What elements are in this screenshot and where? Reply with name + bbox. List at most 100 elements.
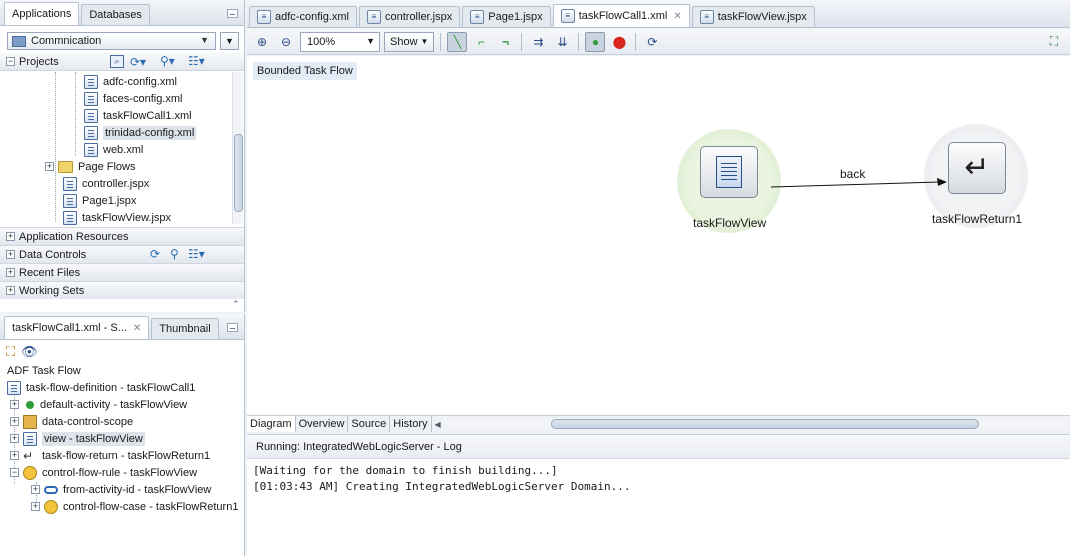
expand-icon[interactable]: + [10, 434, 19, 443]
filter-icon[interactable]: ⚲▾ [160, 54, 175, 68]
show-label: Show [390, 35, 418, 48]
tab-history[interactable]: History [390, 416, 432, 432]
navigator-tabbar: Applications Databases [0, 0, 244, 26]
sort-icon[interactable]: ☷▾ [188, 54, 205, 68]
show-button[interactable]: Show ▼ [384, 31, 435, 52]
log-line: [Waiting for the domain to finish buildi… [253, 464, 558, 477]
tree-item-from-activity-id[interactable]: + from-activity-id - taskFlowView [31, 481, 211, 498]
section-recent-files[interactable]: + Recent Files [0, 263, 244, 281]
scrollbar-thumb[interactable] [234, 134, 243, 212]
file-item[interactable]: controller.jspx [63, 175, 149, 192]
file-item[interactable]: taskFlowView.jspx [63, 209, 171, 226]
binoculars-icon[interactable]: 👁 [21, 344, 38, 360]
section-working-sets[interactable]: + Working Sets [0, 281, 244, 299]
editor-tab-page1[interactable]: ≡ Page1.jspx [462, 6, 551, 27]
zoom-select[interactable]: 100% ▼ [300, 31, 380, 52]
xml-file-icon: ≡ [257, 10, 271, 24]
file-item[interactable]: taskFlowCall1.xml [84, 107, 192, 124]
diagram-toolbar: ⊕ ⊖ 100% ▼ Show ▼ ╲ ⌐ ¬ ⇉ ⇊ ● ⬤ ⟳ ⛶ [247, 29, 1070, 55]
refresh-icon[interactable]: ⟳ [642, 32, 662, 52]
file-item[interactable]: faces-config.xml [84, 90, 182, 107]
file-item[interactable]: web.xml [84, 141, 143, 158]
filter-icon[interactable]: ⚲ [170, 247, 179, 261]
scroll-left-icon[interactable]: ◀ [435, 420, 441, 429]
expand-icon[interactable]: + [6, 286, 15, 295]
zoom-in-icon[interactable]: ⊕ [252, 32, 272, 52]
tree-item-view[interactable]: + view - taskFlowView [10, 430, 145, 447]
expand-icon[interactable]: + [45, 162, 54, 171]
default-activity-icon[interactable]: ● [585, 31, 606, 52]
expand-icon[interactable]: + [6, 232, 15, 241]
polyline-icon[interactable]: ⌐ [471, 32, 491, 52]
expand-icon[interactable]: + [10, 451, 19, 460]
editor-tab-taskflowview[interactable]: ≡ taskFlowView.jspx [691, 6, 815, 27]
tab-thumbnail[interactable]: Thumbnail [151, 318, 219, 339]
editor-tab-adfc-config[interactable]: ≡ adfc-config.xml [249, 6, 357, 27]
expand-icon[interactable]: + [31, 485, 40, 494]
search-icon[interactable]: ⌕ [110, 55, 124, 68]
tab-label: Applications [12, 8, 72, 20]
freeze-view-icon[interactable]: ⛶ [6, 344, 15, 360]
tab-applications[interactable]: Applications [4, 2, 80, 25]
navigator-scrollbar[interactable] [232, 72, 243, 224]
close-icon[interactable]: ✕ [133, 323, 141, 334]
application-select[interactable]: Commnication ▼ [7, 32, 216, 50]
tab-structure[interactable]: taskFlowCall1.xml - S... ✕ [4, 316, 150, 339]
editor-tab-controller[interactable]: ≡ controller.jspx [358, 6, 461, 27]
orthogonal-line-icon[interactable]: ¬ [495, 32, 515, 52]
tree-item-definition[interactable]: task-flow-definition - taskFlowCall1 [7, 379, 195, 396]
tree-label: data-control-scope [42, 415, 134, 428]
projects-header[interactable]: − Projects ⌕ ⟳▾ ⚲▾ ☷▾ [0, 53, 244, 71]
layout-vertical-icon[interactable]: ⇊ [552, 32, 572, 52]
file-item[interactable]: adfc-config.xml [84, 73, 177, 90]
fit-to-window-icon[interactable]: ⛶ [1044, 32, 1064, 52]
splitter-arrows-icon[interactable]: ⌃ [232, 299, 240, 310]
file-label: web.xml [103, 143, 144, 156]
xml-file-icon [84, 74, 98, 89]
straight-line-icon[interactable]: ╲ [447, 31, 468, 52]
tab-overview[interactable]: Overview [296, 416, 349, 432]
section-data-controls[interactable]: + Data Controls ⟳ ⚲ ☷▾ [0, 245, 244, 263]
toolbar-separator [635, 32, 637, 51]
file-item-selected[interactable]: trinidad-config.xml [84, 124, 197, 141]
folder-item-page-flows[interactable]: + Page Flows [45, 158, 135, 175]
log-title-label: Running: IntegratedWebLogicServer - Log [256, 440, 462, 453]
expand-icon[interactable]: + [10, 417, 19, 426]
expand-icon[interactable]: + [6, 250, 15, 259]
tree-item-control-flow-case[interactable]: + control-flow-case - taskFlowReturn1 [31, 498, 238, 515]
canvas-horizontal-scrollbar[interactable] [443, 418, 1067, 430]
expand-icon[interactable]: + [10, 400, 19, 409]
tree-label: task-flow-definition - taskFlowCall1 [26, 381, 196, 394]
tree-item-control-flow-rule[interactable]: − control-flow-rule - taskFlowView [10, 464, 197, 481]
control-flow-edge[interactable] [247, 56, 1070, 415]
tab-diagram[interactable]: Diagram [247, 416, 296, 432]
scrollbar-thumb[interactable] [551, 419, 979, 429]
expand-icon[interactable]: + [6, 268, 15, 277]
zoom-out-icon[interactable]: ⊖ [276, 32, 296, 52]
file-item[interactable]: Page1.jspx [63, 192, 136, 209]
file-label: adfc-config.xml [103, 75, 177, 88]
sort-icon[interactable]: ☷▾ [188, 247, 205, 261]
tree-item-default-activity[interactable]: + default-activity - taskFlowView [10, 396, 187, 413]
error-icon[interactable]: ⬤ [609, 32, 629, 52]
application-menu-button[interactable]: ▼ [220, 32, 239, 50]
log-line: [01:03:43 AM] Creating IntegratedWebLogi… [253, 480, 631, 493]
xml-file-icon [84, 91, 98, 106]
tree-item-task-flow-return[interactable]: + ↵ task-flow-return - taskFlowReturn1 [10, 447, 210, 464]
close-icon[interactable]: ✕ [673, 11, 681, 22]
collapse-icon[interactable]: − [6, 57, 15, 66]
tab-databases[interactable]: Databases [81, 4, 150, 25]
application-name: Commnication [31, 35, 102, 47]
tree-item-data-control-scope[interactable]: + data-control-scope [10, 413, 133, 430]
minimize-icon[interactable] [227, 9, 238, 18]
editor-tab-taskflowcall1[interactable]: ≡ taskFlowCall1.xml ✕ [552, 4, 690, 27]
diagram-canvas[interactable]: Bounded Task Flow taskFlowView ↵ taskFlo… [247, 56, 1070, 415]
refresh-icon[interactable]: ⟳ [150, 247, 160, 261]
expand-icon[interactable]: + [31, 502, 40, 511]
tab-source[interactable]: Source [348, 416, 391, 432]
section-application-resources[interactable]: + Application Resources [0, 227, 244, 245]
layout-horizontal-icon[interactable]: ⇉ [528, 32, 548, 52]
collapse-icon[interactable]: − [10, 468, 19, 477]
refresh-icon[interactable]: ⟳▾ [130, 55, 146, 69]
minimize-icon[interactable] [227, 323, 238, 332]
